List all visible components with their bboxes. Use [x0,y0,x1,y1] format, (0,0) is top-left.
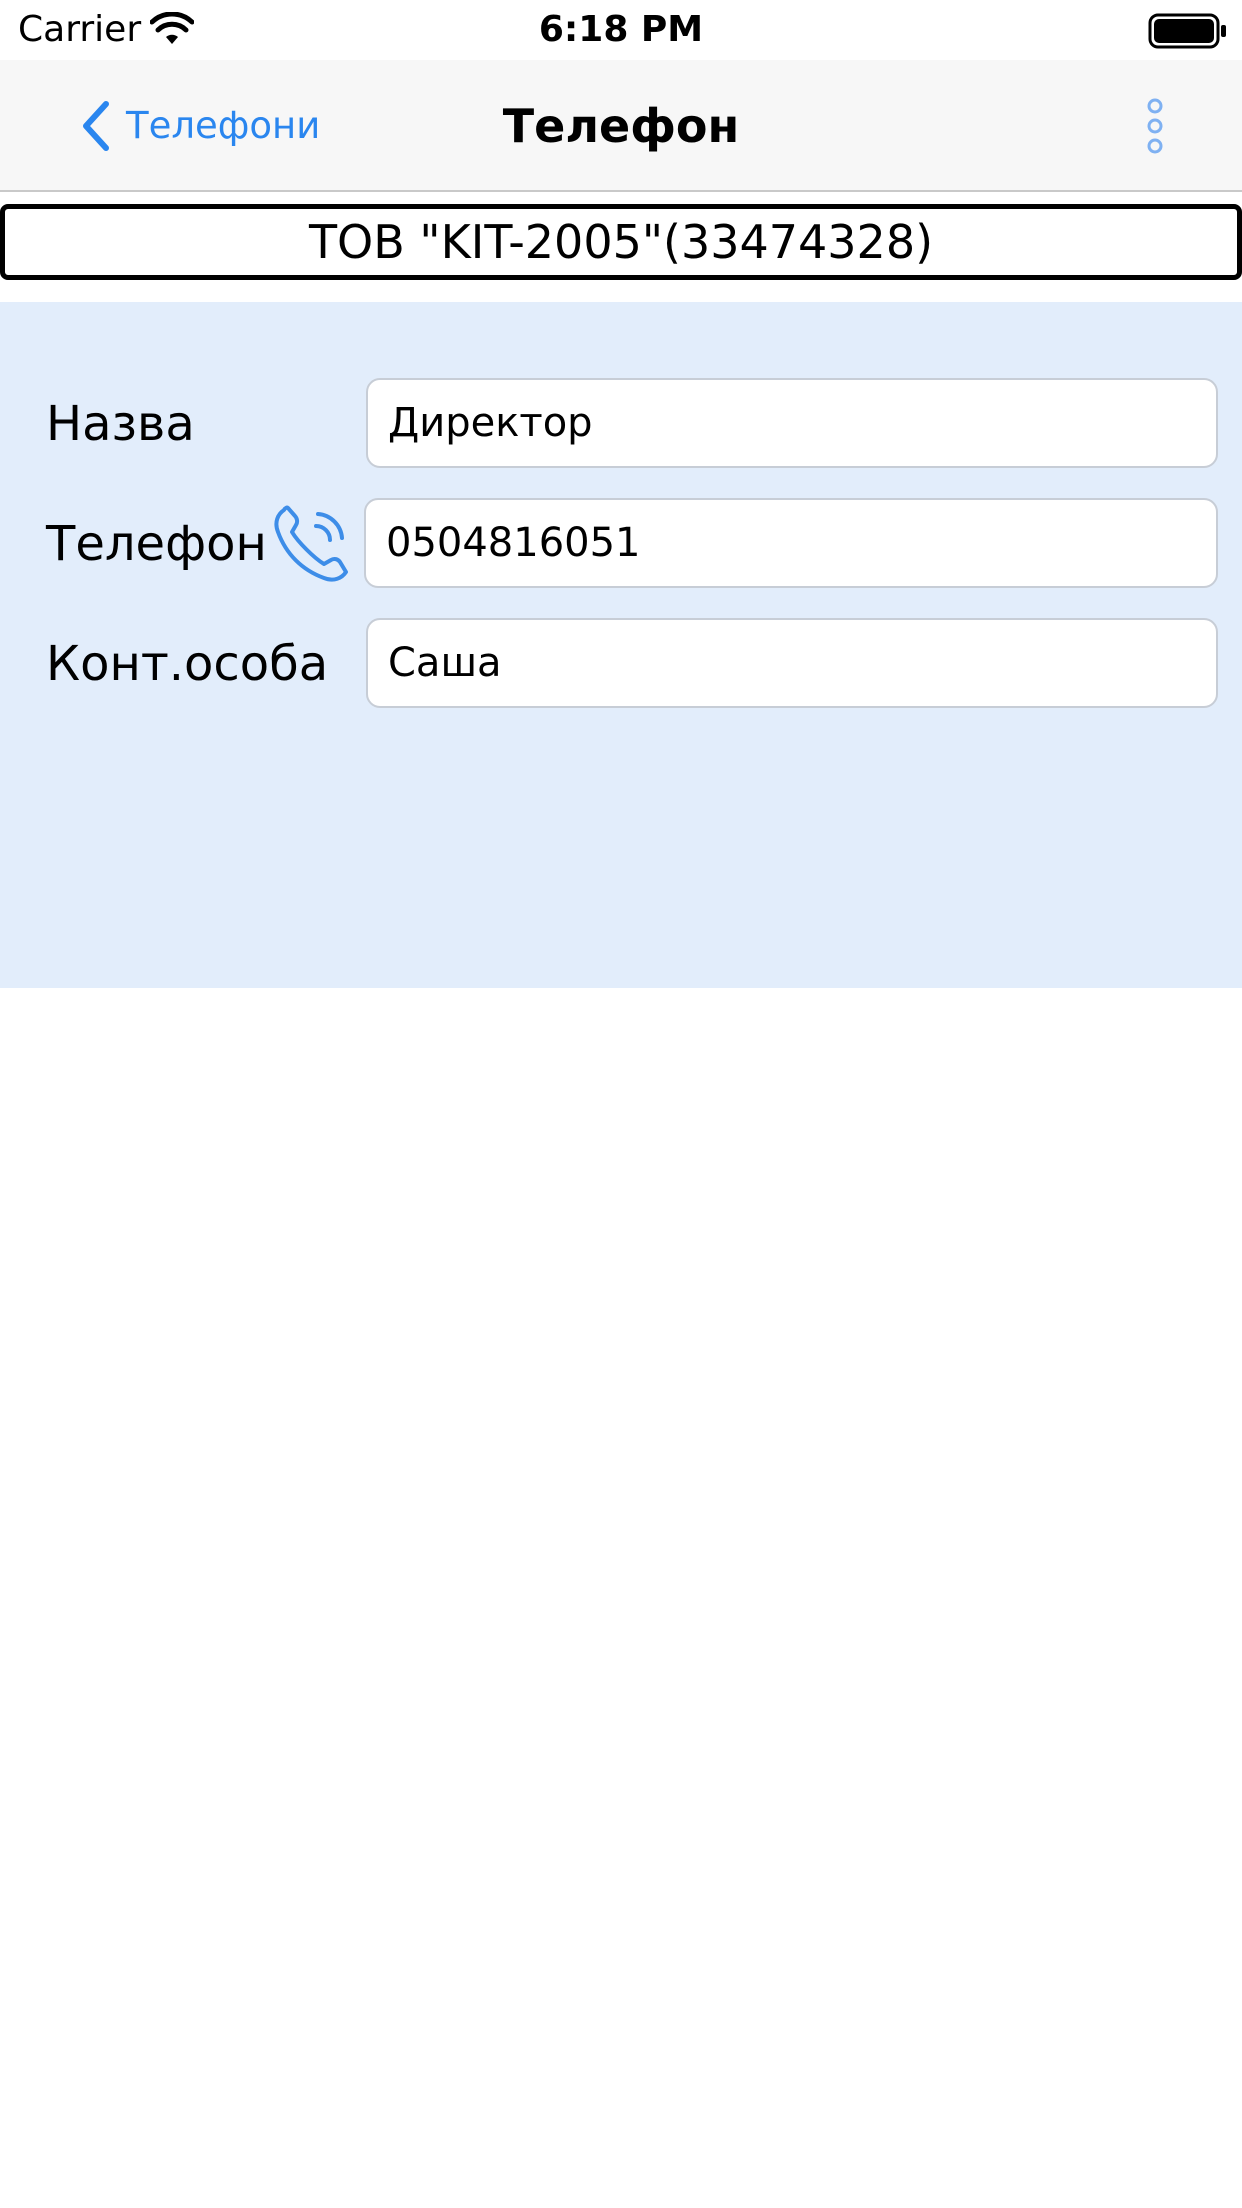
company-header: ТОВ "KIT-2005"(33474328) [0,204,1242,280]
contact-person-label: Конт.особа [46,636,329,692]
status-time: 6:18 PM [538,9,704,50]
contact-form: Назва Телефон Конт.особа [0,302,1242,988]
more-vertical-icon[interactable] [1130,96,1180,156]
contact-person-input[interactable] [366,618,1218,708]
page-title: Телефон [502,99,740,153]
name-label: Назва [46,396,195,452]
name-input[interactable] [366,378,1218,468]
status-bar: Carrier 6:18 PM [0,0,1242,60]
phone-input[interactable] [364,498,1218,588]
battery-icon [1148,13,1226,49]
phone-call-icon[interactable] [270,500,354,586]
navigation-bar: Телефони Телефон [0,60,1242,192]
phone-label: Телефон [46,516,267,572]
